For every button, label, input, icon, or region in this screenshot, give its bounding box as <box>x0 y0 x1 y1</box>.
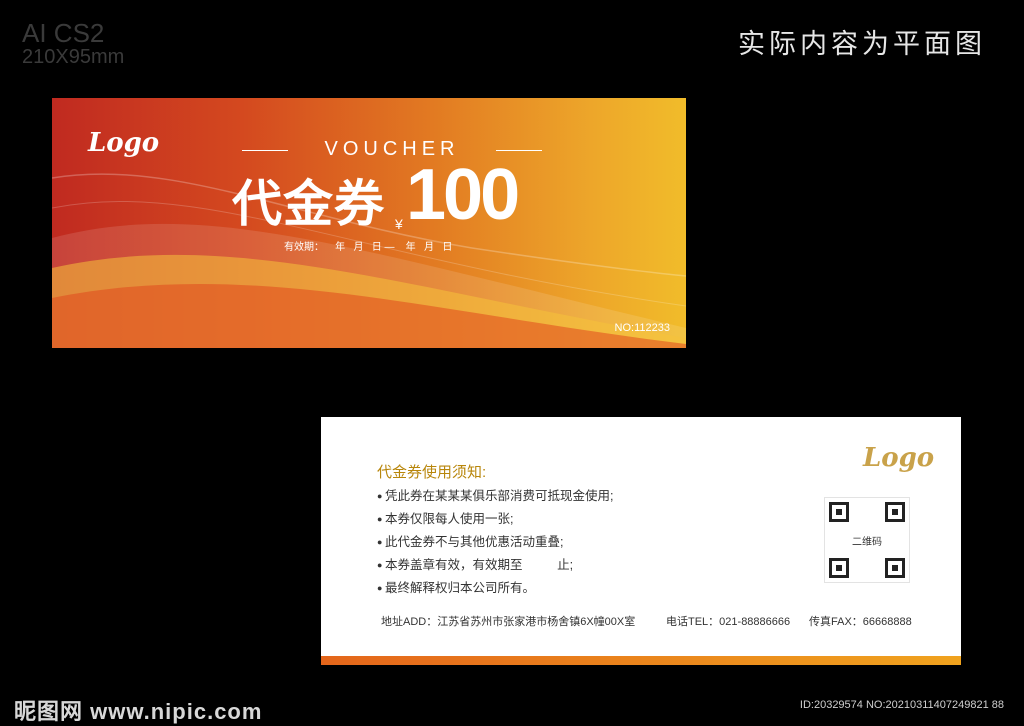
rule-item: 最终解释权归本公司所有。 <box>377 577 613 600</box>
qr-finder-icon <box>829 502 849 522</box>
image-id: ID:20329574 NO:20210311407249821 88 <box>799 699 1004 711</box>
serial-number: NO:112233 <box>614 322 670 334</box>
heading-rule-right <box>496 150 542 151</box>
front-logo: Logo <box>88 128 160 158</box>
address-text: 地址ADD：江苏省苏州市张家港市杨舍镇6X幢00X室 <box>381 616 636 628</box>
accent-bar <box>321 656 961 665</box>
size-label: 210X95mm <box>22 46 125 69</box>
qr-label: 二维码 <box>852 537 882 548</box>
usage-notice-title: 代金券使用须知: <box>377 464 487 481</box>
back-logo: Logo <box>863 443 935 473</box>
qr-finder-icon <box>885 502 905 522</box>
voucher-back: Logo 代金券使用须知: 凭此券在某某某俱乐部消费可抵现金使用; 本券仅限每人… <box>321 417 961 665</box>
validity-period: 有效期： 年 月 日 — 年 月 日 <box>284 242 453 253</box>
phone-text: 电话TEL：021-88886666 <box>666 616 791 628</box>
qr-finder-icon <box>829 558 849 578</box>
qr-finder-icon <box>885 558 905 578</box>
fax-text: 传真FAX：66668888 <box>809 616 912 628</box>
rule-item: 此代金券不与其他优惠活动重叠; <box>377 531 613 554</box>
rule-item: 本券盖章有效，有效期至 止; <box>377 554 613 577</box>
currency-symbol: ¥ <box>395 216 403 232</box>
software-label: AI CS2 <box>22 18 105 48</box>
voucher-front: Logo VOUCHER 代金券 ¥ 100 有效期： 年 月 日 — 年 月 … <box>52 98 686 348</box>
top-caption: 实际内容为平面图 <box>738 29 986 59</box>
site-watermark: 昵图网 www.nipic.com <box>14 699 263 724</box>
rule-item: 本券仅限每人使用一张; <box>377 508 613 531</box>
voucher-amount: 100 <box>406 155 520 235</box>
voucher-title: 代金券 <box>232 176 385 232</box>
rule-item: 凭此券在某某某俱乐部消费可抵现金使用; <box>377 485 613 508</box>
spec-info: AI CS2 210X95mm <box>22 18 125 69</box>
qr-code: 二维码 <box>824 497 910 583</box>
usage-rules: 凭此券在某某某俱乐部消费可抵现金使用; 本券仅限每人使用一张; 此代金券不与其他… <box>377 485 613 600</box>
